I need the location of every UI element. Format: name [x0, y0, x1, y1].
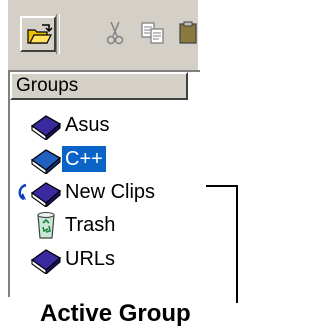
cut-button[interactable] [98, 16, 134, 52]
copy-button[interactable] [136, 16, 172, 52]
groups-header[interactable]: Groups [10, 72, 188, 100]
group-label: C++ [62, 146, 106, 172]
paste-button[interactable] [174, 16, 198, 52]
group-label: Trash [65, 214, 116, 236]
paste-icon [179, 21, 197, 44]
group-item-urls[interactable]: URLs [30, 244, 118, 276]
groups-panel: Groups Asus C++ New Clips Trash URLs [8, 70, 200, 297]
group-label: New Clips [65, 181, 156, 203]
open-folder-icon [27, 24, 53, 44]
group-item-asus[interactable]: Asus [30, 110, 112, 142]
callout-caption: Active Group [40, 300, 191, 327]
book-icon [30, 244, 62, 276]
copy-icon [141, 22, 164, 44]
group-label: Asus [65, 114, 110, 136]
group-item-trash[interactable]: Trash [30, 210, 118, 240]
book-icon [30, 177, 62, 209]
active-group-arrow-icon [14, 177, 30, 207]
recycle-bin-icon [30, 210, 62, 240]
book-icon [30, 144, 62, 176]
app-window: Groups Asus C++ New Clips Trash URLs [6, 0, 200, 297]
book-icon [30, 110, 62, 142]
callout-line-vertical [236, 185, 238, 303]
cut-icon [106, 21, 124, 45]
group-label: URLs [65, 248, 116, 270]
toolbar [8, 0, 198, 68]
callout-line-horizontal [206, 185, 238, 187]
toolbar-separator [56, 14, 60, 54]
open-button[interactable] [20, 16, 56, 52]
group-item-cpp[interactable]: C++ [30, 144, 106, 176]
group-item-new-clips[interactable]: New Clips [14, 177, 158, 209]
